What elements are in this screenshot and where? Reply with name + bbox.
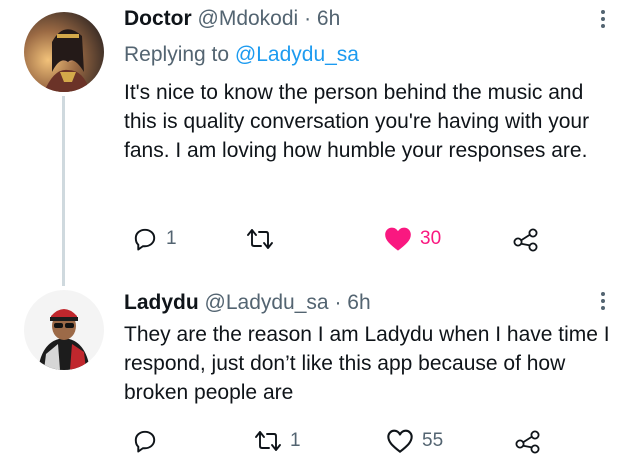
tweet[interactable]: Ladydu @Ladydu_sa · 6h They are the reas… xyxy=(0,280,640,464)
avatar[interactable] xyxy=(24,290,104,370)
reply-icon xyxy=(134,228,156,251)
share-icon xyxy=(515,430,540,454)
tweet[interactable]: Doctor @Mdokodi · 6h Replying to @Ladydu… xyxy=(0,0,640,286)
heart-icon xyxy=(387,429,413,453)
retweet-icon xyxy=(255,431,281,451)
tweet-actions: 1 30 xyxy=(124,224,624,254)
like-button[interactable]: 30 xyxy=(384,224,441,254)
avatar-image xyxy=(24,12,104,92)
retweet-button[interactable]: 1 xyxy=(254,426,301,456)
replying-to-label: Replying to xyxy=(124,43,230,66)
reply-icon xyxy=(134,430,156,453)
user-handle[interactable]: @Mdokodi xyxy=(198,7,299,30)
user-handle[interactable]: @Ladydu_sa xyxy=(205,291,329,314)
retweet-button[interactable] xyxy=(246,224,282,254)
tweet-header: Ladydu @Ladydu_sa · 6h xyxy=(124,290,371,316)
share-button[interactable] xyxy=(512,224,540,254)
heart-icon xyxy=(385,227,411,251)
timestamp[interactable]: 6h xyxy=(347,291,370,314)
share-icon xyxy=(513,228,538,252)
display-name[interactable]: Doctor xyxy=(124,7,192,30)
tweet-text: It's nice to know the person behind the … xyxy=(124,81,590,162)
retweet-icon xyxy=(247,229,273,249)
replying-to: Replying to @Ladydu_sa xyxy=(124,42,359,68)
share-button[interactable] xyxy=(514,426,542,456)
avatar[interactable] xyxy=(24,12,104,92)
tweet-text: They are the reason I am Ladydu when I h… xyxy=(124,323,610,404)
thread-line xyxy=(62,96,65,286)
separator: · xyxy=(334,291,342,314)
more-icon[interactable] xyxy=(600,292,606,313)
like-count: 55 xyxy=(422,430,444,451)
timestamp[interactable]: 6h xyxy=(317,7,340,30)
reply-count: 1 xyxy=(166,228,177,249)
display-name[interactable]: Ladydu xyxy=(124,291,199,314)
retweet-count: 1 xyxy=(290,430,301,451)
avatar-image xyxy=(24,290,104,370)
tweet-actions: 1 55 xyxy=(124,426,624,456)
reply-button[interactable] xyxy=(132,426,166,456)
like-count: 30 xyxy=(420,228,442,249)
more-icon[interactable] xyxy=(600,10,606,31)
reply-button[interactable]: 1 xyxy=(132,224,177,254)
like-button[interactable]: 55 xyxy=(386,426,443,456)
mention-link[interactable]: @Ladydu_sa xyxy=(235,43,359,66)
tweet-header: Doctor @Mdokodi · 6h xyxy=(124,6,340,32)
separator: · xyxy=(304,7,312,30)
